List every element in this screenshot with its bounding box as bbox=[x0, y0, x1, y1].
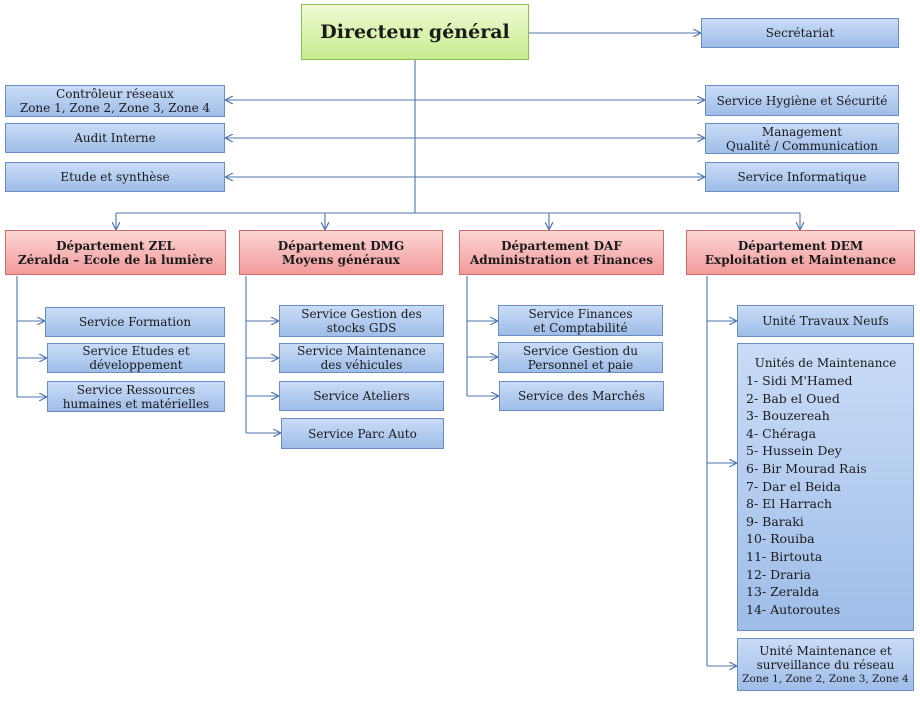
service-vehicle-maintenance[interactable]: Service Maintenance des véhicules bbox=[279, 343, 444, 373]
maintenance-unit-item: 9- Baraki bbox=[746, 513, 804, 529]
maintenance-unit-item: 2- Bab el Oued bbox=[746, 390, 840, 406]
service-vehicle-fleet[interactable]: Service Parc Auto bbox=[281, 418, 444, 449]
staff-label: Service Hygiène et Sécurité bbox=[716, 93, 888, 108]
department-subtitle: Exploitation et Maintenance bbox=[704, 252, 897, 267]
staff-label: Service Informatique bbox=[737, 170, 867, 184]
department-subtitle: Administration et Finances bbox=[470, 252, 653, 267]
department-subtitle: Moyens généraux bbox=[282, 252, 400, 267]
unit-network-maintenance[interactable]: Unité Maintenance et surveillance du rés… bbox=[737, 638, 914, 691]
staff-internal-audit[interactable]: Audit Interne bbox=[5, 123, 225, 153]
service-stock-management[interactable]: Service Gestion des stocks GDS bbox=[279, 305, 444, 337]
service-label: Service Maintenance bbox=[297, 344, 426, 358]
maintenance-unit-item: 5- Hussein Dey bbox=[746, 443, 842, 459]
service-studies-development[interactable]: Service Etudes et développement bbox=[47, 343, 225, 373]
service-label: Unité Travaux Neufs bbox=[762, 314, 889, 328]
department-dem[interactable]: Département DEM Exploitation et Maintena… bbox=[686, 230, 915, 275]
director-box[interactable]: Directeur général bbox=[301, 4, 529, 60]
service-label: Service Etudes et bbox=[82, 344, 190, 358]
maintenance-unit-item: 4- Chéraga bbox=[746, 425, 817, 441]
service-sublabel: et Comptabilité bbox=[533, 320, 628, 335]
staff-hygiene-safety[interactable]: Service Hygiène et Sécurité bbox=[705, 85, 899, 116]
service-training[interactable]: Service Formation bbox=[45, 307, 225, 337]
staff-label: Secrétariat bbox=[765, 26, 835, 40]
department-title: Département DMG bbox=[277, 238, 405, 253]
service-procurement[interactable]: Service des Marchés bbox=[499, 381, 664, 411]
service-sublabel: développement bbox=[89, 358, 183, 372]
maintenance-unit-item: 3- Bouzereah bbox=[746, 408, 830, 424]
staff-sublabel: Zone 1, Zone 2, Zone 3, Zone 4 bbox=[19, 101, 211, 115]
service-label: Service Ateliers bbox=[313, 389, 410, 403]
maintenance-units-list: 1- Sidi M'Hamed 2- Bab el Oued 3- Bouzerea… bbox=[746, 372, 867, 618]
maintenance-unit-item: 1- Sidi M'Hamed bbox=[746, 373, 853, 388]
maintenance-units-title: Unités de Maintenance bbox=[754, 356, 897, 370]
maintenance-unit-item: 8- El Harrach bbox=[746, 496, 833, 512]
service-label: Service Gestion du bbox=[523, 343, 638, 358]
service-zones: Zone 1, Zone 2, Zone 3, Zone 4 bbox=[742, 672, 909, 685]
maintenance-unit-item: 12- Draria bbox=[746, 566, 811, 582]
service-finance-accounting[interactable]: Service Finances et Comptabilité bbox=[498, 305, 663, 336]
department-daf[interactable]: Département DAF Administration et Financ… bbox=[459, 230, 664, 275]
staff-quality-management[interactable]: Management Qualité / Communication bbox=[705, 123, 899, 154]
staff-sublabel: Qualité / Communication bbox=[726, 138, 878, 153]
service-personnel-payroll[interactable]: Service Gestion du Personnel et paie bbox=[498, 342, 663, 373]
service-label: Service Formation bbox=[78, 315, 192, 329]
staff-label: Management bbox=[761, 124, 843, 139]
service-sublabel: Personnel et paie bbox=[527, 357, 634, 372]
department-title: Département ZEL bbox=[56, 238, 175, 253]
director-label: Directeur général bbox=[320, 21, 510, 43]
department-subtitle: Zéralda – Ecole de la lumière bbox=[17, 252, 214, 267]
service-sublabel: surveillance du réseau bbox=[756, 657, 895, 672]
maintenance-unit-item: 13- Zeralda bbox=[746, 584, 820, 600]
service-label: Service Ressources bbox=[76, 382, 196, 397]
maintenance-unit-item: 7- Dar el Beida bbox=[746, 478, 841, 494]
maintenance-unit-item: 10- Rouiba bbox=[746, 531, 815, 547]
maintenance-units-box[interactable]: Unités de Maintenance 1- Sidi M'Hamed 2- … bbox=[737, 343, 914, 631]
staff-study-synthesis[interactable]: Etude et synthèse bbox=[5, 162, 225, 192]
maintenance-unit-item: 6- Bir Mourad Rais bbox=[746, 460, 867, 476]
service-human-resources[interactable]: Service Ressources humaines et matériell… bbox=[47, 381, 225, 412]
department-title: Département DAF bbox=[501, 238, 622, 253]
staff-it-service[interactable]: Service Informatique bbox=[705, 162, 899, 192]
department-zel[interactable]: Département ZEL Zéralda – Ecole de la lu… bbox=[5, 230, 226, 275]
service-sublabel: stocks GDS bbox=[326, 321, 397, 335]
department-dmg[interactable]: Département DMG Moyens généraux bbox=[239, 230, 443, 275]
staff-secretariat[interactable]: Secrétariat bbox=[701, 18, 899, 48]
service-label: Unité Maintenance et bbox=[759, 643, 892, 658]
service-workshops[interactable]: Service Ateliers bbox=[279, 381, 444, 411]
staff-label: Etude et synthèse bbox=[60, 170, 170, 184]
maintenance-unit-item: 11- Birtouta bbox=[746, 548, 823, 564]
maintenance-unit-item: 14- Autoroutes bbox=[746, 601, 841, 617]
staff-label: Contrôleur réseaux bbox=[56, 87, 174, 101]
service-label: Service Finances bbox=[528, 306, 633, 321]
service-sublabel: humaines et matérielles bbox=[62, 396, 210, 411]
staff-network-controller[interactable]: Contrôleur réseaux Zone 1, Zone 2, Zone … bbox=[5, 85, 225, 117]
service-label: Service des Marchés bbox=[518, 389, 645, 403]
staff-label: Audit Interne bbox=[74, 131, 156, 145]
service-label: Service Parc Auto bbox=[308, 426, 417, 441]
unit-new-works[interactable]: Unité Travaux Neufs bbox=[737, 305, 914, 337]
service-sublabel: des véhicules bbox=[320, 358, 403, 372]
service-label: Service Gestion des bbox=[301, 307, 422, 321]
department-title: Département DEM bbox=[737, 238, 864, 253]
